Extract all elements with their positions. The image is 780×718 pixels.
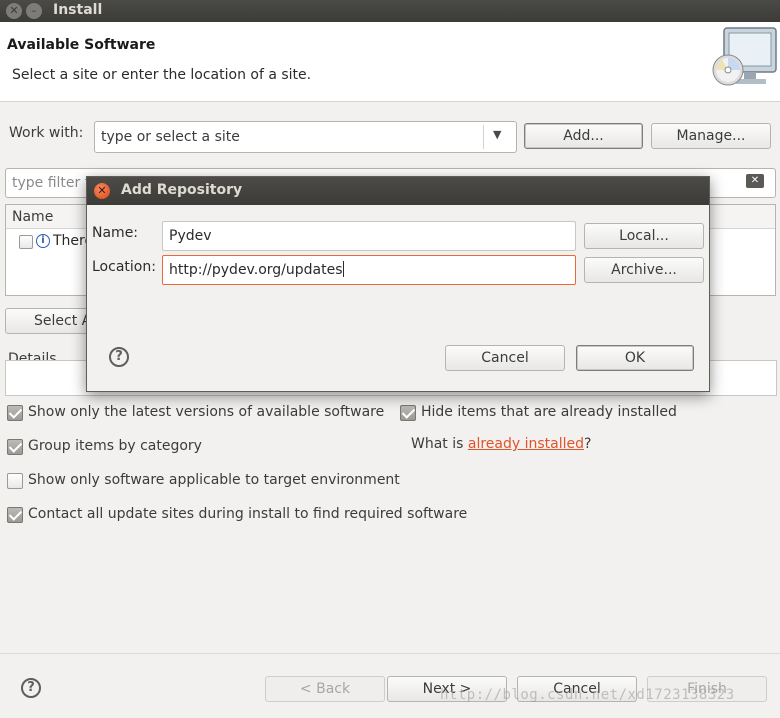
page-title: Available Software (7, 37, 156, 53)
add-site-button[interactable]: Add... (524, 123, 643, 149)
archive-button[interactable]: Archive... (584, 257, 704, 283)
location-field[interactable]: http://pydev.org/updates (162, 255, 576, 285)
what-is-suffix: ? (584, 436, 592, 452)
work-with-combo[interactable]: type or select a site ▼ (94, 121, 517, 153)
work-with-label: Work with: (9, 125, 84, 141)
combo-divider (483, 125, 484, 149)
window-titlebar: ✕ – Install (0, 0, 780, 22)
hide-installed-label[interactable]: Hide items that are already installed (421, 404, 677, 420)
dialog-cancel-button[interactable]: Cancel (445, 345, 565, 371)
info-icon: i (36, 234, 50, 248)
target-environment-checkbox[interactable] (7, 473, 23, 489)
contact-update-sites-label[interactable]: Contact all update sites during install … (28, 506, 467, 522)
column-name-header[interactable]: Name (12, 209, 53, 225)
manage-sites-button[interactable]: Manage... (651, 123, 771, 149)
clear-filter-icon[interactable]: ✕ (746, 174, 764, 188)
already-installed-link[interactable]: already installed (468, 436, 584, 452)
wizard-help-icon[interactable]: ? (21, 678, 41, 698)
back-button[interactable]: < Back (265, 676, 385, 702)
dialog-titlebar: ✕ Add Repository (87, 177, 709, 205)
filter-placeholder: type filter t (12, 175, 91, 191)
dialog-title: Add Repository (121, 182, 243, 198)
window-close-icon[interactable]: ✕ (6, 3, 22, 19)
dialog-close-icon[interactable]: ✕ (94, 183, 110, 199)
latest-versions-checkbox[interactable] (7, 405, 23, 421)
footer-separator (0, 653, 780, 654)
add-repository-dialog: ✕ Add Repository Name: Pydev Local... Lo… (86, 176, 710, 392)
work-with-placeholder: type or select a site (101, 129, 240, 145)
latest-versions-label[interactable]: Show only the latest versions of availab… (28, 404, 384, 420)
target-environment-label[interactable]: Show only software applicable to target … (28, 472, 400, 488)
what-is-installed-text: What is already installed? (411, 436, 591, 452)
local-button[interactable]: Local... (584, 223, 704, 249)
contact-update-sites-checkbox[interactable] (7, 507, 23, 523)
group-by-category-checkbox[interactable] (7, 439, 23, 455)
dialog-help-icon[interactable]: ? (109, 347, 129, 367)
name-label: Name: (92, 225, 139, 241)
install-monitor-icon (712, 27, 777, 86)
watermark-text: http://blog.csdn.net/xd1723138323 (440, 687, 735, 703)
group-by-category-label[interactable]: Group items by category (28, 438, 202, 454)
location-label: Location: (92, 259, 156, 275)
dialog-ok-button[interactable]: OK (576, 345, 694, 371)
text-cursor (342, 261, 344, 277)
location-value: http://pydev.org/updates (169, 262, 343, 278)
row-checkbox[interactable] (19, 235, 33, 249)
wizard-header: Available Software Select a site or ente… (0, 22, 780, 102)
what-is-prefix: What is (411, 436, 468, 452)
window-minimize-icon[interactable]: – (26, 3, 42, 19)
chevron-down-icon[interactable]: ▼ (493, 128, 501, 141)
window-title: Install (53, 2, 103, 18)
hide-installed-checkbox[interactable] (400, 405, 416, 421)
page-subtitle: Select a site or enter the location of a… (12, 67, 312, 83)
name-field[interactable]: Pydev (162, 221, 576, 251)
